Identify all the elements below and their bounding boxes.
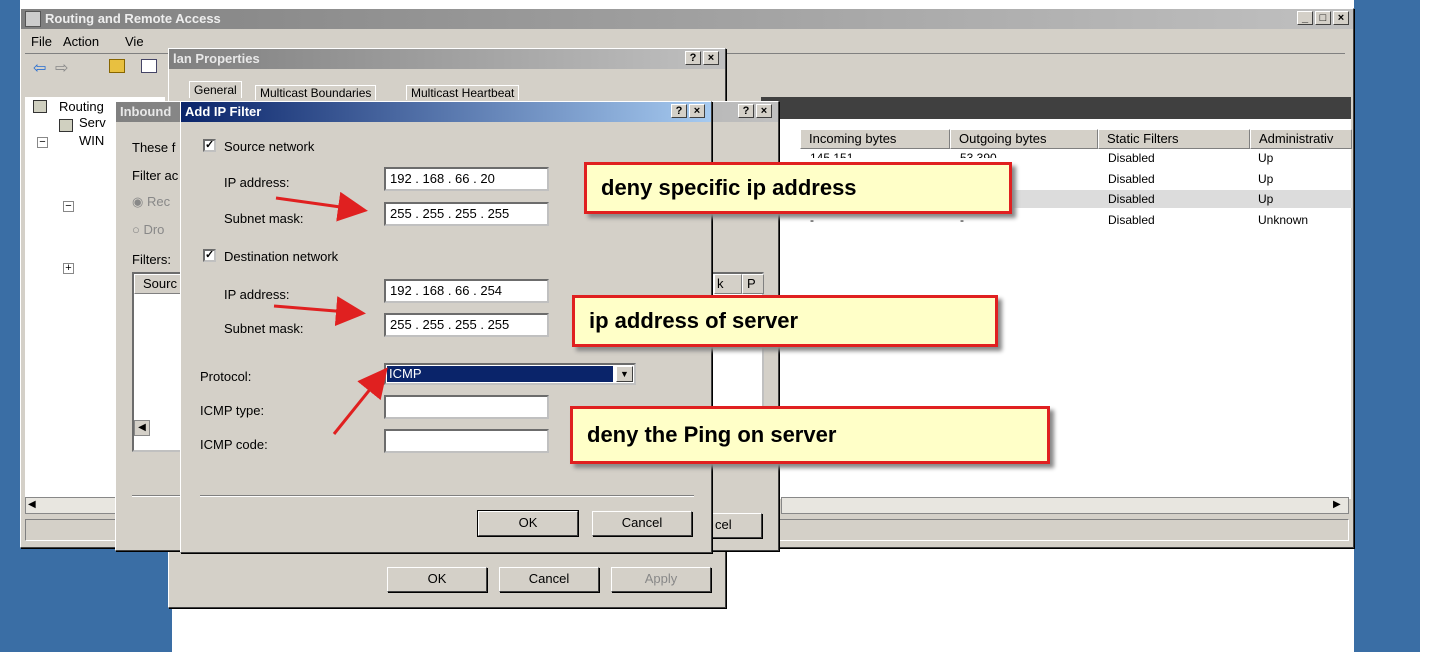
inbound-separator: [132, 495, 182, 497]
destination-network-label: Destination network: [224, 249, 339, 264]
inbound-description: These f: [132, 140, 176, 155]
tab-multicast-heartbeat[interactable]: Multicast Heartbeat: [406, 85, 520, 100]
scroll-left-arrow-icon[interactable]: ◀: [134, 420, 150, 436]
column-p[interactable]: P: [742, 274, 764, 294]
column-k[interactable]: k: [714, 274, 742, 294]
table-cell: Disabled: [1108, 172, 1155, 186]
lan-ok-button[interactable]: OK: [387, 567, 487, 592]
tree-win-label[interactable]: WIN: [79, 133, 104, 148]
menu-view[interactable]: Vie: [125, 34, 144, 49]
minimize-button[interactable]: _: [1297, 11, 1313, 25]
drop-radio[interactable]: ○ Dro: [132, 222, 164, 237]
source-network-checkbox[interactable]: ✓: [203, 139, 216, 152]
add-ip-filter-cancel-button[interactable]: Cancel: [592, 511, 692, 536]
tab-multicast-boundaries[interactable]: Multicast Boundaries: [255, 85, 377, 100]
lan-apply-button[interactable]: Apply: [611, 567, 711, 592]
filter-action-label: Filter ac: [132, 168, 179, 183]
lan-cancel-button[interactable]: Cancel: [499, 567, 599, 592]
table-cell: Disabled: [1108, 192, 1155, 206]
column-incoming-bytes[interactable]: Incoming bytes: [800, 129, 950, 149]
column-static-filters[interactable]: Static Filters: [1098, 129, 1250, 149]
table-cell: Disabled: [1108, 213, 1155, 227]
protocol-select[interactable]: ICMP ▼: [384, 363, 636, 385]
menu-action[interactable]: Action: [63, 34, 99, 49]
back-arrow-icon[interactable]: ⇦: [33, 58, 46, 78]
lan-properties-title: lan Properties: [173, 51, 260, 66]
scroll-right-arrow-icon[interactable]: ▶: [1333, 499, 1341, 510]
filters-label: Filters:: [132, 252, 171, 267]
routing-node-icon: [33, 100, 47, 113]
src-ip-label: IP address:: [224, 175, 290, 190]
close-button[interactable]: ×: [1333, 11, 1349, 25]
source-network-label: Source network: [224, 139, 315, 154]
tab-general[interactable]: General: [189, 81, 242, 98]
close-button[interactable]: ×: [703, 51, 719, 65]
dst-ip-input[interactable]: 192 . 168 . 66 . 254: [384, 279, 549, 303]
close-button[interactable]: ×: [689, 104, 705, 118]
details-horizontal-scrollbar[interactable]: [781, 497, 1349, 514]
add-ip-filter-ok-button[interactable]: OK: [477, 510, 579, 537]
server-status-icon: [59, 119, 73, 132]
desktop-right: [1354, 0, 1420, 652]
table-cell: Up: [1258, 151, 1274, 165]
menu-file[interactable]: File: [31, 34, 52, 49]
chevron-down-icon[interactable]: ▼: [616, 366, 633, 382]
main-window-titlebar[interactable]: Routing and Remote Access _ □ ×: [21, 9, 1353, 29]
close-button[interactable]: ×: [756, 104, 772, 118]
callout-deny-specific-ip: deny specific ip address: [584, 162, 1012, 214]
icmp-code-label: ICMP code:: [200, 437, 268, 452]
help-button[interactable]: ?: [738, 104, 754, 118]
dst-mask-input[interactable]: 255 . 255 . 255 . 255: [384, 313, 549, 337]
column-outgoing-bytes[interactable]: Outgoing bytes: [950, 129, 1098, 149]
destination-network-checkbox[interactable]: ✓: [203, 249, 216, 262]
receive-radio[interactable]: ◉ Rec: [132, 194, 170, 210]
icmp-type-input[interactable]: [384, 395, 549, 419]
server-icon: [25, 11, 41, 27]
expand-toggle-icon[interactable]: +: [63, 263, 74, 274]
src-ip-input[interactable]: 192 . 168 . 66 . 20: [384, 167, 549, 191]
drop-radio-label: Dro: [143, 222, 165, 237]
add-ip-filter-separator: [200, 495, 694, 497]
help-button[interactable]: ?: [685, 51, 701, 65]
table-cell: -: [810, 213, 814, 227]
add-ip-filter-title: Add IP Filter: [185, 104, 262, 119]
up-folder-icon[interactable]: [109, 59, 125, 73]
tree-routing-label[interactable]: Routing: [59, 99, 104, 114]
table-cell: Up: [1258, 192, 1274, 206]
column-administrative[interactable]: Administrativ: [1250, 129, 1352, 149]
icmp-code-input[interactable]: [384, 429, 549, 453]
details-header-bar: [761, 97, 1351, 119]
table-cell: -: [960, 213, 964, 227]
dst-ip-label: IP address:: [224, 287, 290, 302]
main-window-title: Routing and Remote Access: [45, 11, 221, 26]
lan-properties-titlebar[interactable]: lan Properties ? ×: [169, 49, 725, 69]
protocol-label: Protocol:: [200, 369, 252, 384]
expand-toggle-icon[interactable]: −: [63, 201, 74, 212]
callout-deny-ping: deny the Ping on server: [570, 406, 1050, 464]
expand-toggle-icon[interactable]: −: [37, 137, 48, 148]
receive-radio-label: Rec: [146, 194, 171, 209]
src-mask-input[interactable]: 255 . 255 . 255 . 255: [384, 202, 549, 226]
show-hide-tree-icon[interactable]: [141, 59, 157, 73]
forward-arrow-icon[interactable]: ⇨: [55, 58, 68, 78]
desktop-bottom-left: [0, 548, 172, 652]
protocol-selected-value: ICMP: [386, 365, 614, 383]
src-mask-label: Subnet mask:: [224, 211, 304, 226]
maximize-button[interactable]: □: [1315, 11, 1331, 25]
help-button[interactable]: ?: [671, 104, 687, 118]
inbound-title: Inbound: [120, 104, 172, 119]
callout-ip-address-of-server: ip address of server: [572, 295, 998, 347]
scroll-left-arrow-icon[interactable]: ◀: [28, 499, 36, 510]
table-cell: Disabled: [1108, 151, 1155, 165]
table-cell: Unknown: [1258, 213, 1309, 227]
table-cell: Up: [1258, 172, 1274, 186]
icmp-type-label: ICMP type:: [200, 403, 265, 418]
add-ip-filter-titlebar[interactable]: Add IP Filter ? ×: [181, 102, 711, 122]
tree-serv-label[interactable]: Serv: [79, 115, 106, 130]
dst-mask-label: Subnet mask:: [224, 321, 304, 336]
